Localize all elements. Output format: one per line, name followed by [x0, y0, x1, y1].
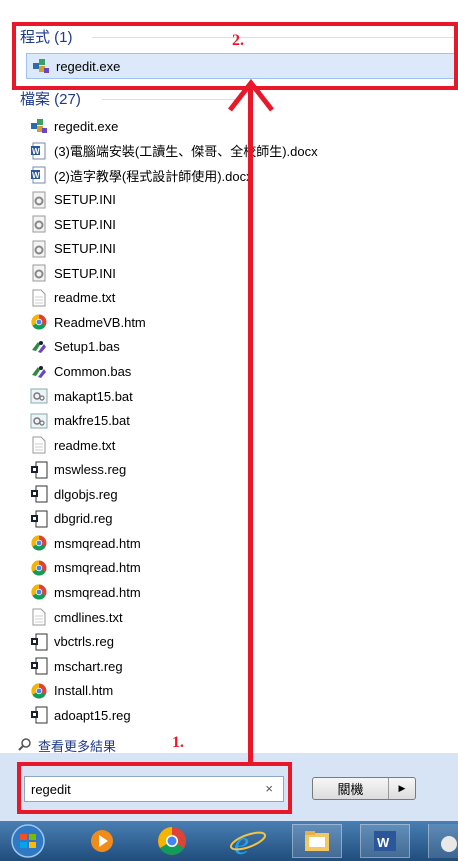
- file-result-label: mschart.reg: [54, 658, 123, 674]
- file-result-label: Install.htm: [54, 683, 114, 699]
- word-doc-icon: W: [30, 142, 48, 160]
- file-result-item[interactable]: W (3)電腦端安裝(工讀生、傑哥、全校師生).docx: [30, 140, 450, 162]
- vb-bas-icon: [30, 363, 48, 381]
- file-result-label: makfre15.bat: [54, 413, 130, 429]
- search-icon: [18, 737, 32, 754]
- file-result-item[interactable]: W (2)造字教學(程式設計師使用).docx: [30, 164, 450, 186]
- start-orb-icon[interactable]: [4, 824, 52, 858]
- file-result-item[interactable]: makfre15.bat: [30, 410, 450, 432]
- chrome-icon[interactable]: [150, 824, 194, 858]
- file-result-label: readme.txt: [54, 290, 116, 306]
- file-result-label: regedit.exe: [54, 118, 119, 134]
- internet-explorer-icon[interactable]: e: [226, 824, 270, 861]
- bat-file-icon: [30, 412, 48, 430]
- ini-file-icon: [30, 191, 48, 209]
- file-result-label: readme.txt: [54, 437, 116, 453]
- files-divider: [102, 99, 242, 100]
- media-player-icon[interactable]: [82, 824, 122, 858]
- reg-file-icon: [30, 706, 48, 724]
- file-result-label: mswless.reg: [54, 462, 127, 478]
- shutdown-button[interactable]: 關機 ▶: [312, 777, 416, 800]
- file-result-label: Common.bas: [54, 364, 132, 379]
- ini-file-icon: [30, 264, 48, 282]
- file-result-item[interactable]: SETUP.INI: [30, 189, 450, 211]
- vb-bas-icon: [30, 338, 48, 356]
- shutdown-options-icon[interactable]: ▶: [389, 778, 415, 799]
- file-result-item[interactable]: SETUP.INI: [30, 213, 450, 235]
- text-file-icon: [30, 608, 48, 626]
- file-result-label: dbgrid.reg: [54, 511, 113, 527]
- file-result-label: vbctrls.reg: [54, 634, 114, 650]
- word-doc-icon: W: [30, 166, 48, 184]
- chrome-html-icon: [30, 583, 48, 601]
- chrome-html-icon: [30, 534, 48, 552]
- file-result-item[interactable]: readme.txt: [30, 287, 450, 309]
- step1-label: 1.: [172, 734, 184, 751]
- shutdown-label[interactable]: 關機: [313, 778, 389, 799]
- annotation-arrowhead-icon: [228, 78, 274, 112]
- taskbar: e W: [0, 821, 458, 861]
- file-result-item[interactable]: readme.txt: [30, 434, 450, 456]
- file-result-label: ReadmeVB.htm: [54, 314, 146, 330]
- chrome-html-icon: [30, 682, 48, 700]
- reg-file-icon: [30, 461, 48, 479]
- file-result-label: dlgobjs.reg: [54, 486, 118, 502]
- reg-file-icon: [30, 657, 48, 675]
- file-result-item[interactable]: msmqread.htm: [30, 532, 450, 554]
- files-heading: 檔案 (27): [20, 91, 81, 108]
- file-result-item[interactable]: vbctrls.reg: [30, 631, 450, 653]
- step2-label: 2.: [232, 32, 244, 49]
- file-result-item[interactable]: adoapt15.reg: [30, 704, 450, 726]
- file-result-item[interactable]: cmdlines.txt: [30, 606, 450, 628]
- file-result-item[interactable]: mschart.reg: [30, 655, 450, 677]
- ini-file-icon: [30, 240, 48, 258]
- more-taskbar-icon[interactable]: [428, 824, 458, 858]
- svg-text:e: e: [234, 825, 249, 858]
- file-result-label: msmqread.htm: [54, 535, 141, 551]
- text-file-icon: [30, 436, 48, 454]
- reg-file-icon: [30, 485, 48, 503]
- file-result-item[interactable]: Common.bas: [30, 361, 450, 383]
- reg-file-icon: [30, 510, 48, 528]
- file-result-item[interactable]: Setup1.bas: [30, 336, 450, 358]
- file-result-item[interactable]: dlgobjs.reg: [30, 483, 450, 505]
- svg-text:W: W: [32, 147, 40, 156]
- chrome-html-icon: [30, 313, 48, 331]
- file-result-label: SETUP.INI: [54, 241, 116, 257]
- file-result-label: SETUP.INI: [54, 265, 116, 281]
- bat-file-icon: [30, 387, 48, 405]
- svg-text:W: W: [32, 171, 40, 180]
- chrome-html-icon: [30, 559, 48, 577]
- file-result-label: makapt15.bat: [54, 388, 133, 404]
- file-result-label: SETUP.INI: [54, 216, 116, 232]
- word-taskbar-icon[interactable]: W: [360, 824, 410, 858]
- file-result-item[interactable]: ReadmeVB.htm: [30, 311, 450, 333]
- file-result-label: (3)電腦端安裝(工讀生、傑哥、全校師生).docx: [54, 144, 318, 160]
- file-result-item[interactable]: Install.htm: [30, 680, 450, 702]
- file-result-item[interactable]: mswless.reg: [30, 459, 450, 481]
- file-result-label: SETUP.INI: [54, 192, 116, 208]
- start-menu-results-panel: 程式 (1) regedit.exe 檔案 (27) regedit.exe W(…: [0, 0, 458, 754]
- text-file-icon: [30, 289, 48, 307]
- svg-text:W: W: [377, 835, 390, 850]
- file-result-label: msmqread.htm: [54, 560, 141, 576]
- step1-highlight-box: [17, 762, 292, 814]
- file-explorer-icon[interactable]: [292, 824, 342, 858]
- file-result-item[interactable]: regedit.exe: [30, 115, 450, 137]
- file-result-label: msmqread.htm: [54, 584, 141, 600]
- file-result-label: (2)造字教學(程式設計師使用).docx: [54, 168, 253, 184]
- file-result-item[interactable]: dbgrid.reg: [30, 508, 450, 530]
- file-result-item[interactable]: msmqread.htm: [30, 581, 450, 603]
- file-result-item[interactable]: msmqread.htm: [30, 557, 450, 579]
- reg-file-icon: [30, 633, 48, 651]
- file-result-item[interactable]: SETUP.INI: [30, 262, 450, 284]
- file-result-label: cmdlines.txt: [54, 609, 123, 625]
- file-result-label: adoapt15.reg: [54, 707, 131, 723]
- file-result-item[interactable]: SETUP.INI: [30, 238, 450, 260]
- annotation-arrow: [248, 90, 253, 762]
- file-result-item[interactable]: makapt15.bat: [30, 385, 450, 407]
- ini-file-icon: [30, 215, 48, 233]
- regedit-icon: [30, 117, 48, 135]
- file-result-label: Setup1.bas: [54, 339, 120, 355]
